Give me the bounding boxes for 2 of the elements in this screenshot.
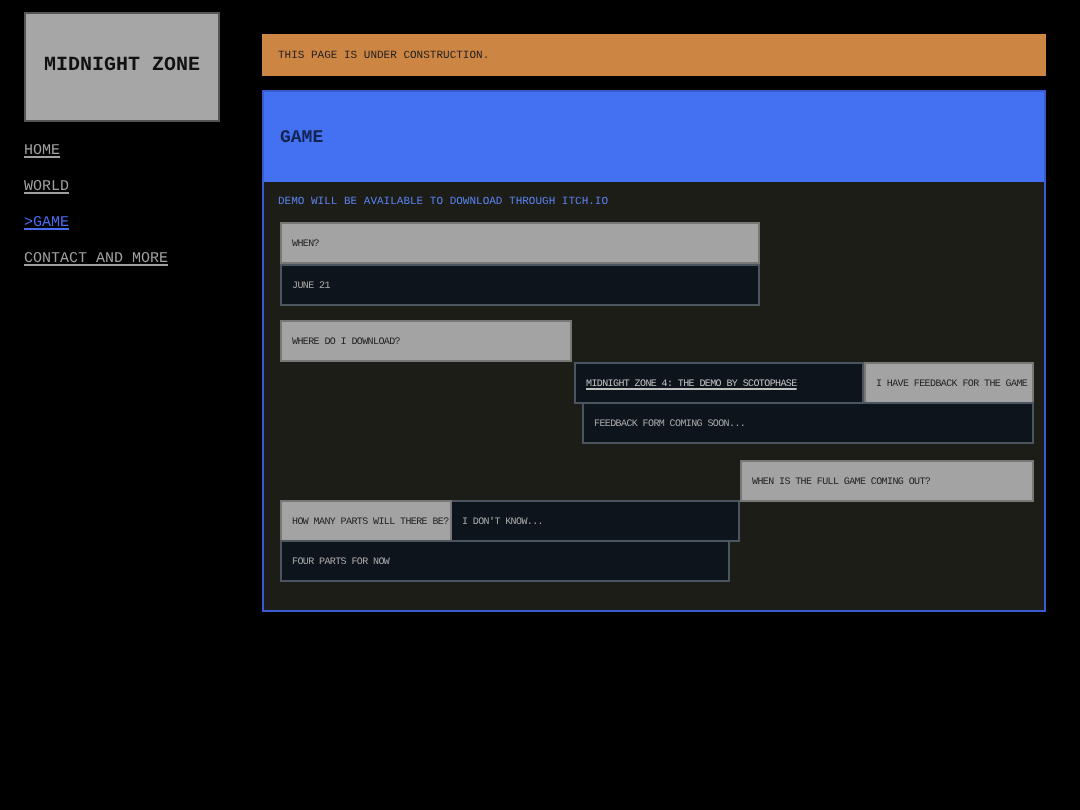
page-title: GAME [280, 127, 324, 147]
site-logo[interactable]: MIDNIGHT ZONE [24, 12, 220, 122]
